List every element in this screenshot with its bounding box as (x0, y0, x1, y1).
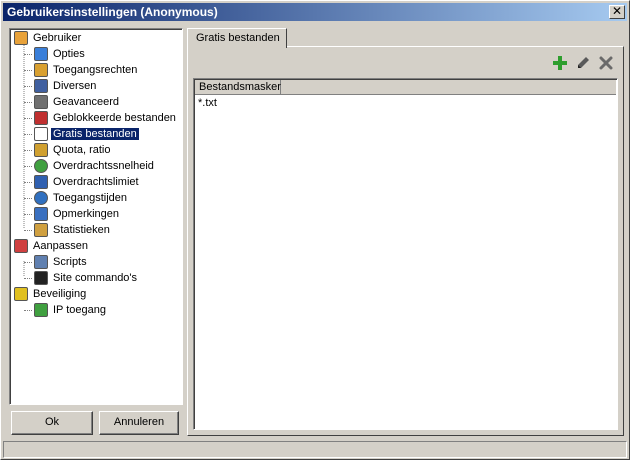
tree-item[interactable]: Aanpassen (12, 238, 90, 254)
tree-item[interactable]: IP toegang (24, 302, 108, 318)
column-header[interactable]: Bestandsmasker (195, 80, 616, 95)
tree-item-label: Site commando's (53, 272, 138, 284)
ok-button[interactable]: Ok (11, 411, 93, 435)
tree-item[interactable]: Opties (24, 46, 87, 62)
tree-item-label: Toegangsrechten (53, 64, 138, 76)
tree-item-label: Geblokkeerde bestanden (53, 112, 176, 124)
console-icon (34, 271, 48, 285)
tab-label: Gratis bestanden (196, 32, 280, 44)
tree-item[interactable]: Overdrachtslimiet (24, 174, 141, 190)
tree-connector (24, 278, 32, 279)
scripts-icon (34, 255, 48, 269)
user-icon (14, 31, 28, 45)
tree-item-label: Quota, ratio (53, 144, 111, 156)
tree-connector (24, 310, 32, 311)
customize-icon (14, 239, 28, 253)
blocked-files-icon (34, 111, 48, 125)
tree-connector (24, 214, 32, 215)
stats-icon (34, 223, 48, 237)
close-button[interactable]: ✕ (609, 5, 625, 19)
notes-icon (34, 207, 48, 221)
tree-item-label: Geavanceerd (53, 96, 120, 108)
delete-x-icon[interactable] (598, 55, 614, 71)
tree-connector (24, 54, 32, 55)
tree-connector (24, 150, 32, 151)
tree-connector (24, 86, 32, 87)
advanced-icon (34, 95, 48, 109)
tree-item[interactable]: Toegangsrechten (24, 62, 139, 78)
access-rights-icon (34, 63, 48, 77)
tree-connector (24, 198, 32, 199)
tree-connector (24, 70, 32, 71)
tree-item-label: Opties (53, 48, 85, 60)
tree-item-label: Gratis bestanden (51, 128, 139, 140)
tree-connector (24, 134, 32, 135)
tree-item[interactable]: Toegangstijden (24, 190, 129, 206)
tree-item[interactable]: Quota, ratio (24, 142, 112, 158)
close-icon: ✕ (611, 4, 623, 18)
file-mask-value: *.txt (198, 97, 217, 109)
tree-connector (24, 182, 32, 183)
misc-icon (34, 79, 48, 93)
plus-icon[interactable] (552, 55, 568, 71)
speed-icon (34, 159, 48, 173)
tree-connector (24, 118, 32, 119)
tree-item[interactable]: Opmerkingen (24, 206, 121, 222)
ip-access-icon (34, 303, 48, 317)
tree-item-label: Toegangstijden (53, 192, 128, 204)
tree-connector (24, 230, 32, 231)
tree-item-label: Beveiliging (33, 288, 87, 300)
tree-item-label: Overdrachtslimiet (53, 176, 139, 188)
cancel-button[interactable]: Annuleren (99, 411, 179, 435)
tree-item[interactable]: Statistieken (24, 222, 112, 238)
clock-icon (34, 191, 48, 205)
tree-item[interactable]: Geblokkeerde bestanden (24, 110, 178, 126)
column-header-file-mask[interactable]: Bestandsmasker (199, 80, 281, 94)
tree-item-label: Overdrachtssnelheid (53, 160, 154, 172)
pencil-icon[interactable] (575, 55, 591, 71)
tree-item-label: Aanpassen (33, 240, 89, 252)
security-icon (14, 287, 28, 301)
title-bar[interactable]: Gebruikersinstellingen (Anonymous) ✕ (3, 3, 627, 21)
tree-item-label: Diversen (53, 80, 97, 92)
tree-item[interactable]: Overdrachtssnelheid (24, 158, 156, 174)
tab-free-files[interactable]: Gratis bestanden (187, 28, 287, 48)
window-title: Gebruikersinstellingen (Anonymous) (7, 5, 218, 19)
tree-item[interactable]: Diversen (24, 78, 98, 94)
quota-icon (34, 143, 48, 157)
tree-item[interactable]: Gebruiker (12, 30, 83, 46)
tree-item-label: Scripts (53, 256, 87, 268)
options-icon (34, 47, 48, 61)
status-bar (3, 441, 627, 458)
free-files-icon (34, 127, 48, 141)
tree-item[interactable]: Geavanceerd (24, 94, 121, 110)
tree-item-label: Opmerkingen (53, 208, 120, 220)
tree-connector (24, 166, 32, 167)
settings-window: Gebruikersinstellingen (Anonymous) ✕ Geb… (0, 0, 630, 460)
tree-item-label: Gebruiker (33, 32, 82, 44)
tree-item[interactable]: Site commando's (24, 270, 139, 286)
tree-item-label: Statistieken (53, 224, 110, 236)
tree-item[interactable]: Scripts (24, 254, 89, 270)
settings-tree[interactable]: Gebruiker Opties Toegangsrechten Diversen Ge… (9, 28, 183, 405)
tree-item[interactable]: Beveiliging (12, 286, 88, 302)
file-mask-list[interactable]: Bestandsmasker *.txt (193, 78, 618, 430)
limit-icon (34, 175, 48, 189)
tree-item[interactable]: Gratis bestanden (24, 126, 139, 142)
tree-item-label: IP toegang (53, 304, 107, 316)
list-item[interactable]: *.txt (198, 96, 217, 110)
tree-connector (24, 102, 32, 103)
tree-connector (24, 262, 32, 263)
